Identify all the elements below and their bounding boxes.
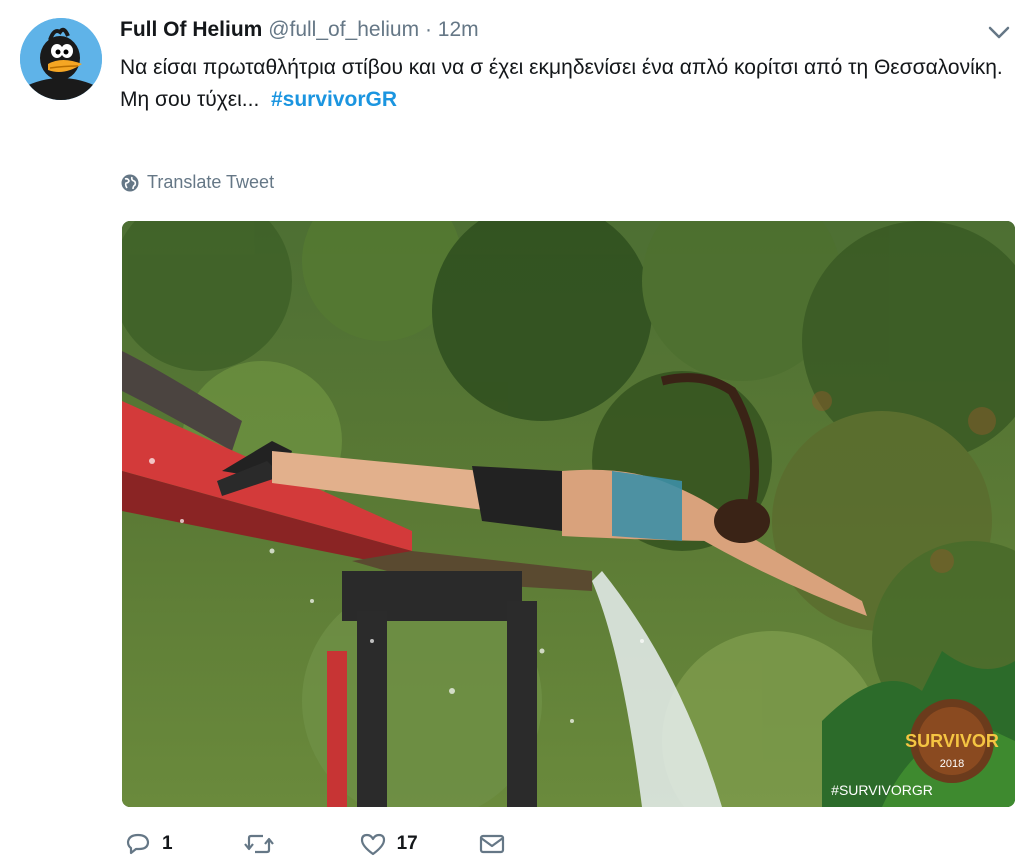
tweet-actions: 1 17: [122, 826, 506, 862]
user-handle[interactable]: @full_of_helium: [268, 18, 419, 41]
survivor-water-slide-photo: SURVIVOR 2018 #SURVIVORGR: [122, 221, 1015, 807]
reply-icon: [126, 833, 150, 855]
heart-icon: [360, 833, 385, 856]
survivor-logo-year: 2018: [940, 758, 964, 770]
envelope-icon: [479, 834, 504, 854]
globe-icon: [121, 174, 139, 191]
hashtag-link[interactable]: #survivorGR: [271, 88, 397, 111]
survivor-logo-text: SURVIVOR: [905, 731, 999, 751]
survivor-watermark: #SURVIVORGR: [831, 782, 933, 798]
retweet-button[interactable]: [243, 830, 285, 858]
tweet-text-line-1: Να είσαι πρωταθλήτρια στίβου και να σ έχ…: [120, 56, 1003, 79]
translate-label: Translate Tweet: [147, 172, 275, 192]
tweet-text-line-2: Μη σου τύχει... #survivorGR: [120, 84, 1010, 116]
translate-tweet-button[interactable]: Translate Tweet: [120, 172, 274, 193]
daffy-duck-avatar-image: [20, 18, 102, 100]
like-count: 17: [396, 833, 418, 854]
tweet-text: Να είσαι πρωταθλήτρια στίβου και να σ έχ…: [120, 52, 1010, 116]
tweet-text-ending: Μη σου τύχει...: [120, 88, 260, 111]
reply-count: 1: [162, 833, 173, 854]
tweet-photo[interactable]: SURVIVOR 2018 #SURVIVORGR: [122, 221, 1015, 807]
direct-message-button[interactable]: [478, 830, 506, 858]
reply-button[interactable]: 1: [124, 830, 173, 858]
avatar[interactable]: [20, 18, 102, 100]
retweet-icon: [243, 834, 274, 854]
like-button[interactable]: 17: [359, 830, 418, 858]
tweet-timestamp[interactable]: 12m: [438, 18, 479, 41]
tweet-header: Full Of Helium @full_of_helium · 12m: [120, 16, 479, 44]
display-name[interactable]: Full Of Helium: [120, 18, 262, 41]
chevron-down-icon[interactable]: [986, 22, 1012, 42]
separator-dot: ·: [424, 18, 432, 41]
